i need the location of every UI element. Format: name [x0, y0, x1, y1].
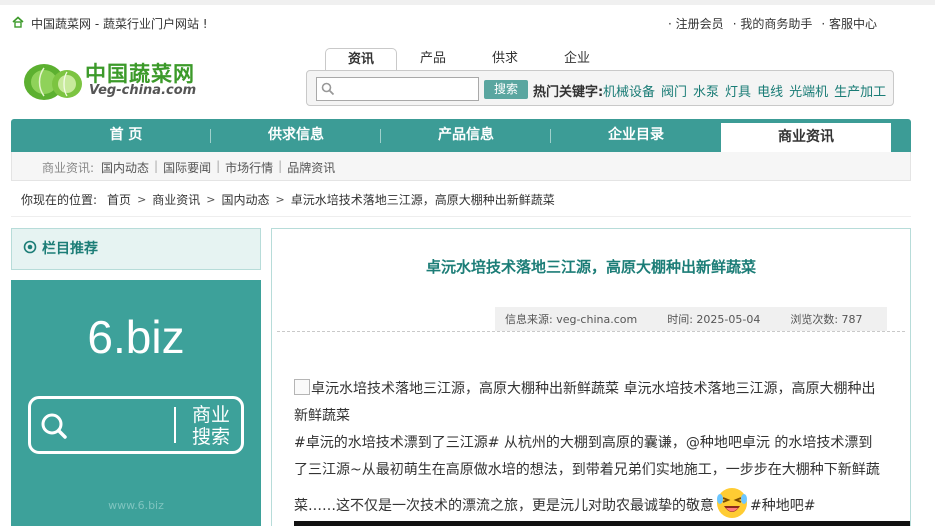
article-source: 信息来源: veg-china.com	[505, 313, 638, 326]
hot-keywords-label: 热门关键字:	[533, 85, 604, 100]
article-paragraph: #卓沅的水培技术漂到了三江源# 从杭州的大棚到高原的囊谦，@种地吧卓沅 的水培技…	[294, 430, 884, 520]
breadcrumb-business-news[interactable]: 商业资讯	[152, 191, 200, 208]
subnav-items: 国内动态 | 国际要闻 | 市场行情 | 品牌资讯	[101, 159, 335, 176]
nav-product-info[interactable]: 产品信息	[381, 119, 551, 152]
hot-keyword[interactable]: 灯具	[725, 81, 751, 100]
article-body: 卓沅水培技术落地三江源，高原大棚种出新鲜蔬菜 卓沅水培技术落地三江源，高原大棚种…	[294, 376, 884, 520]
ad-divider	[174, 407, 176, 443]
sub-nav: 商业资讯: 国内动态 | 国际要闻 | 市场行情 | 品牌资讯	[11, 152, 911, 181]
article-meta: 信息来源: veg-china.com 时间: 2025-05-04 浏览次数:…	[495, 307, 887, 331]
breadcrumb: 你现在的位置: 首页 > 商业资讯 > 国内动态 > 卓沅水培技术落地三江源，高…	[21, 191, 555, 208]
logo-text-en: Veg-china.com	[89, 83, 197, 98]
hot-keyword[interactable]: 光端机	[789, 81, 828, 100]
business-assistant-link[interactable]: 我的商务助手	[733, 15, 812, 32]
target-icon	[23, 240, 37, 254]
article-media-strip	[294, 521, 910, 526]
hot-keyword[interactable]: 生产加工	[834, 81, 886, 100]
nav-business-news[interactable]: 商业资讯	[721, 123, 891, 152]
search-input[interactable]	[316, 77, 479, 101]
sidebar-header: 栏目推荐	[11, 228, 261, 270]
register-link[interactable]: 注册会员	[668, 15, 724, 32]
hot-keywords: 机械设备 阀门 水泵 灯具 电线 光端机 生产加工	[603, 81, 886, 100]
top-bar: 中国蔬菜网 - 蔬菜行业门户网站 ! 注册会员 我的商务助手 客服中心	[0, 5, 935, 39]
ad-brand-text: 6.biz	[87, 311, 185, 363]
breadcrumb-current: 卓沅水培技术落地三江源，高原大棚种出新鲜蔬菜	[290, 193, 555, 207]
breadcrumb-domestic[interactable]: 国内动态	[222, 191, 270, 208]
main-nav: 首 页 供求信息 产品信息 企业目录 商业资讯	[11, 119, 911, 152]
nav-supply-info[interactable]: 供求信息	[211, 119, 381, 152]
subnav-divider: |	[216, 159, 221, 173]
cabbage-logo-icon	[24, 64, 82, 100]
home-icon[interactable]	[12, 16, 24, 28]
site-logo[interactable]: 中国蔬菜网 Veg-china.com	[23, 56, 213, 106]
divider	[11, 216, 911, 217]
search-panel: 搜索 热门关键字: 机械设备 阀门 水泵 灯具 电线 光端机 生产加工	[306, 70, 894, 106]
search-tab-news[interactable]: 资讯	[325, 48, 397, 71]
article-title: 卓沅水培技术落地三江源，高原大棚种出新鲜蔬菜	[425, 258, 756, 276]
subnav-divider: |	[154, 159, 159, 173]
hot-keyword[interactable]: 水泵	[693, 81, 719, 100]
article-time: 时间: 2025-05-04	[667, 313, 761, 326]
ad-url: www.6.biz	[108, 499, 164, 512]
ad-search-label: 商业搜索	[191, 404, 230, 448]
chevron-right-icon: >	[275, 193, 285, 206]
subnav-label: 商业资讯:	[42, 161, 95, 175]
broken-image-icon	[294, 379, 310, 395]
divider	[277, 331, 905, 332]
site-label[interactable]: 中国蔬菜网 - 蔬菜行业门户网站 !	[31, 15, 208, 32]
customer-service-link[interactable]: 客服中心	[821, 15, 877, 32]
chevron-right-icon: >	[206, 193, 216, 206]
article-views: 浏览次数: 787	[790, 313, 863, 326]
hot-keyword[interactable]: 机械设备	[603, 81, 655, 100]
hot-keyword[interactable]: 阀门	[661, 81, 687, 100]
search-icon	[321, 82, 335, 96]
search-tab-companies[interactable]: 企业	[541, 48, 613, 70]
breadcrumb-prefix: 你现在的位置:	[21, 193, 98, 207]
hot-keyword[interactable]: 电线	[757, 81, 783, 100]
article-paragraph: 卓沅水培技术落地三江源，高原大棚种出新鲜蔬菜 卓沅水培技术落地三江源，高原大棚种…	[294, 376, 884, 430]
ad-search-box: 商业搜索	[28, 396, 244, 454]
subnav-item-international[interactable]: 国际要闻	[163, 159, 211, 176]
laughing-emoji-icon	[717, 488, 747, 518]
breadcrumb-home[interactable]: 首页	[107, 191, 131, 208]
subnav-divider: |	[278, 159, 283, 173]
top-links: 注册会员 我的商务助手 客服中心	[668, 15, 877, 32]
subnav-item-brands[interactable]: 品牌资讯	[287, 159, 335, 176]
ad-banner[interactable]: 6.biz 商业搜索 www.6.biz	[11, 280, 261, 526]
subnav-item-domestic[interactable]: 国内动态	[101, 159, 149, 176]
nav-home[interactable]: 首 页	[41, 119, 211, 152]
search-tab-products[interactable]: 产品	[397, 48, 469, 70]
search-button[interactable]: 搜索	[484, 80, 528, 99]
article-image-alt: 卓沅水培技术落地三江源，高原大棚种出新鲜蔬菜	[311, 381, 619, 397]
sidebar-title: 栏目推荐	[42, 241, 98, 257]
search-tab-supply[interactable]: 供求	[469, 48, 541, 70]
search-icon	[41, 413, 67, 439]
nav-company-directory[interactable]: 企业目录	[551, 119, 721, 152]
article-hashtag[interactable]: #种地吧#	[750, 498, 815, 514]
search-tabs: 资讯 产品 供求 企业	[325, 48, 613, 71]
subnav-item-market[interactable]: 市场行情	[225, 159, 273, 176]
article-panel: 卓沅水培技术落地三江源，高原大棚种出新鲜蔬菜 信息来源: veg-china.c…	[271, 228, 911, 526]
chevron-right-icon: >	[137, 193, 147, 206]
